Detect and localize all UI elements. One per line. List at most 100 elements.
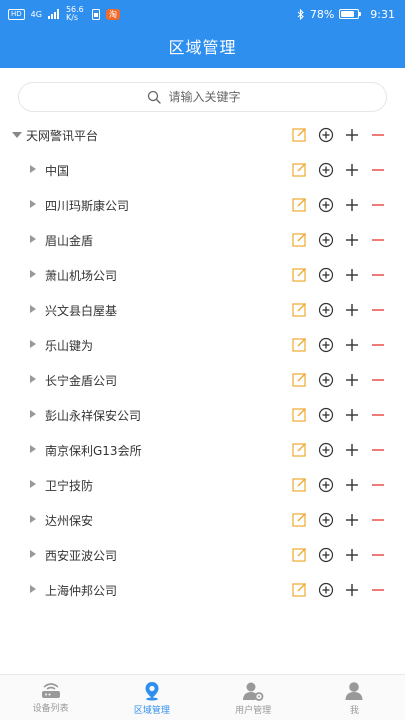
expand-arrow-icon[interactable] [30, 550, 36, 558]
nav-device-list[interactable]: 设备列表 [0, 675, 101, 720]
expand-arrow-icon[interactable] [30, 305, 36, 313]
expand-arrow-icon[interactable] [30, 410, 36, 418]
expand-arrow-icon[interactable] [30, 270, 36, 278]
edit-button[interactable] [291, 126, 308, 143]
delete-button[interactable] [369, 371, 386, 388]
edit-button[interactable] [291, 336, 308, 353]
add-child-button[interactable] [317, 301, 334, 318]
nav-area-management[interactable]: 区域管理 [101, 675, 202, 720]
nav-me[interactable]: 我 [304, 675, 405, 720]
delete-button[interactable] [369, 196, 386, 213]
add-button[interactable] [343, 266, 360, 283]
tree-node-label: 萧山机场公司 [45, 269, 118, 283]
expand-arrow-icon[interactable] [30, 235, 36, 243]
add-child-button[interactable] [317, 371, 334, 388]
delete-button[interactable] [369, 441, 386, 458]
add-button[interactable] [343, 476, 360, 493]
edit-button[interactable] [291, 231, 308, 248]
delete-button[interactable] [369, 511, 386, 528]
edit-button[interactable] [291, 406, 308, 423]
add-button[interactable] [343, 581, 360, 598]
tree-node-label: 卫宁技防 [45, 479, 94, 493]
add-button[interactable] [343, 336, 360, 353]
circle-plus-icon [318, 337, 333, 352]
delete-button[interactable] [369, 231, 386, 248]
tree-node-5[interactable]: 兴文县白屋基 [0, 292, 405, 327]
search-input[interactable] [168, 90, 259, 104]
tree-node-13[interactable]: 上海仲邦公司 [0, 572, 405, 607]
delete-button[interactable] [369, 581, 386, 598]
add-child-button[interactable] [317, 476, 334, 493]
add-child-button[interactable] [317, 546, 334, 563]
add-child-button[interactable] [317, 406, 334, 423]
edit-button[interactable] [291, 161, 308, 178]
expand-arrow-icon[interactable] [30, 515, 36, 523]
edit-button[interactable] [291, 511, 308, 528]
add-child-button[interactable] [317, 511, 334, 528]
minus-icon [371, 483, 384, 486]
edit-button[interactable] [291, 371, 308, 388]
add-child-button[interactable] [317, 161, 334, 178]
tree-node-3[interactable]: 眉山金盾 [0, 222, 405, 257]
add-child-button[interactable] [317, 266, 334, 283]
delete-button[interactable] [369, 476, 386, 493]
tree-node-1[interactable]: 中国 [0, 152, 405, 187]
delete-button[interactable] [369, 546, 386, 563]
add-child-button[interactable] [317, 126, 334, 143]
edit-button[interactable] [291, 441, 308, 458]
expand-arrow-icon[interactable] [30, 200, 36, 208]
sim-icon [91, 8, 100, 20]
tree-node-12[interactable]: 西安亚波公司 [0, 537, 405, 572]
delete-button[interactable] [369, 266, 386, 283]
edit-button[interactable] [291, 546, 308, 563]
tree-node-2[interactable]: 四川玛斯康公司 [0, 187, 405, 222]
tree-node-8[interactable]: 彭山永祥保安公司 [0, 397, 405, 432]
tree-node-root[interactable]: 天网警讯平台 [0, 117, 405, 152]
expand-arrow-icon[interactable] [30, 375, 36, 383]
add-child-button[interactable] [317, 196, 334, 213]
tree-node-7[interactable]: 长宁金盾公司 [0, 362, 405, 397]
delete-button[interactable] [369, 161, 386, 178]
search-bar[interactable] [18, 82, 387, 112]
expand-arrow-icon[interactable] [30, 480, 36, 488]
edit-icon [292, 268, 306, 282]
edit-button[interactable] [291, 581, 308, 598]
delete-button[interactable] [369, 336, 386, 353]
add-button[interactable] [343, 126, 360, 143]
expand-arrow-icon[interactable] [30, 585, 36, 593]
plus-icon [345, 198, 358, 211]
network-speed: 56.6 K/s [65, 5, 84, 22]
add-child-button[interactable] [317, 336, 334, 353]
delete-button[interactable] [369, 301, 386, 318]
add-button[interactable] [343, 546, 360, 563]
add-button[interactable] [343, 371, 360, 388]
tree-node-4[interactable]: 萧山机场公司 [0, 257, 405, 292]
add-button[interactable] [343, 406, 360, 423]
delete-button[interactable] [369, 406, 386, 423]
expand-arrow-icon[interactable] [30, 340, 36, 348]
add-button[interactable] [343, 231, 360, 248]
add-button[interactable] [343, 161, 360, 178]
delete-button[interactable] [369, 126, 386, 143]
edit-button[interactable] [291, 476, 308, 493]
collapse-arrow-icon[interactable] [12, 132, 22, 138]
add-child-button[interactable] [317, 231, 334, 248]
nav-user-management[interactable]: 用户管理 [203, 675, 304, 720]
edit-button[interactable] [291, 196, 308, 213]
add-child-button[interactable] [317, 441, 334, 458]
tree-node-6[interactable]: 乐山键为 [0, 327, 405, 362]
add-button[interactable] [343, 196, 360, 213]
add-button[interactable] [343, 511, 360, 528]
expand-arrow-icon[interactable] [30, 165, 36, 173]
node-actions [291, 476, 386, 493]
edit-button[interactable] [291, 266, 308, 283]
edit-button[interactable] [291, 301, 308, 318]
add-button[interactable] [343, 301, 360, 318]
tree-node-10[interactable]: 卫宁技防 [0, 467, 405, 502]
add-child-button[interactable] [317, 581, 334, 598]
add-button[interactable] [343, 441, 360, 458]
battery-icon [339, 9, 362, 19]
tree-node-11[interactable]: 达州保安 [0, 502, 405, 537]
expand-arrow-icon[interactable] [30, 445, 36, 453]
tree-node-9[interactable]: 南京保利G13会所 [0, 432, 405, 467]
